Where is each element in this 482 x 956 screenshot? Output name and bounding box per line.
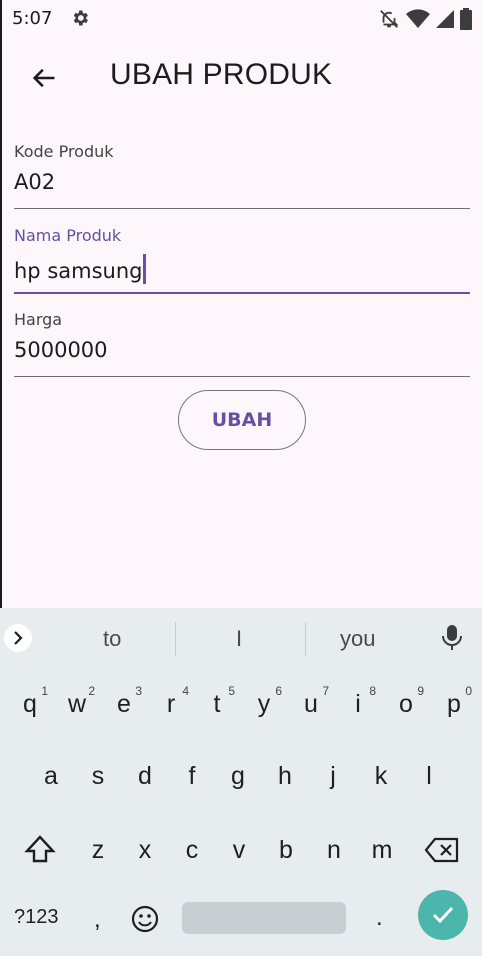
nama-produk-input-wrap[interactable]: hp samsung <box>14 254 147 284</box>
ubah-button[interactable]: UBAH <box>178 390 306 450</box>
status-icons <box>378 8 472 30</box>
signal-icon <box>436 10 454 28</box>
chevron-right-icon <box>14 631 23 645</box>
microphone-icon[interactable] <box>440 624 464 652</box>
key-o[interactable]: o9 <box>386 684 426 719</box>
space-key[interactable] <box>182 902 346 934</box>
page-title: UBAH PRODUK <box>110 58 333 91</box>
battery-icon <box>460 8 472 30</box>
backspace-icon[interactable] <box>424 836 460 864</box>
nama-produk-label: Nama Produk <box>14 226 122 245</box>
checkmark-icon <box>432 906 454 924</box>
wifi-icon <box>406 9 430 28</box>
key-e[interactable]: e3 <box>104 684 144 719</box>
key-f[interactable]: f <box>172 762 212 791</box>
key-s[interactable]: s <box>78 762 118 791</box>
text-cursor <box>143 254 147 284</box>
back-button[interactable] <box>24 60 64 96</box>
suggestion-1[interactable]: to <box>103 626 121 652</box>
key-z[interactable]: z <box>78 836 118 865</box>
key-t[interactable]: t5 <box>197 684 237 719</box>
nama-produk-field[interactable]: Nama Produk hp samsung <box>14 226 470 306</box>
field-underline <box>14 376 470 377</box>
suggestion-divider <box>305 622 306 656</box>
expand-toolbar-button[interactable] <box>4 624 32 652</box>
app-bar: UBAH PRODUK <box>0 36 482 120</box>
gear-icon <box>73 10 88 26</box>
key-y[interactable]: y6 <box>244 684 284 719</box>
suggestion-2[interactable]: I <box>236 626 242 652</box>
harga-field[interactable]: Harga 5000000 <box>14 310 470 390</box>
key-n[interactable]: n <box>314 836 354 865</box>
bell-off-icon <box>380 10 399 28</box>
harga-input[interactable]: 5000000 <box>14 338 108 362</box>
status-bar: 5:07 <box>0 0 482 36</box>
field-underline-focused <box>14 292 470 294</box>
key-g[interactable]: g <box>218 762 258 791</box>
key-w[interactable]: w2 <box>57 684 97 719</box>
key-r[interactable]: r4 <box>151 684 191 719</box>
emoji-icon[interactable] <box>130 904 160 934</box>
key-h[interactable]: h <box>265 762 305 791</box>
key-v[interactable]: v <box>219 836 259 865</box>
nama-produk-input[interactable]: hp samsung <box>14 259 142 283</box>
key-q[interactable]: q1 <box>10 684 50 719</box>
key-j[interactable]: j <box>313 762 353 791</box>
key-a[interactable]: a <box>31 762 71 791</box>
suggestion-divider <box>175 622 176 656</box>
kode-produk-input[interactable]: A02 <box>14 170 55 194</box>
symbols-key[interactable]: ?123 <box>14 906 59 929</box>
kode-produk-label: Kode Produk <box>14 142 114 161</box>
key-x[interactable]: x <box>125 836 165 865</box>
key-i[interactable]: i8 <box>338 684 378 719</box>
period-key[interactable]: . <box>376 904 383 932</box>
kode-produk-field[interactable]: Kode Produk A02 <box>14 142 470 222</box>
key-p[interactable]: p0 <box>434 684 474 719</box>
suggestion-strip: to I you <box>0 608 482 668</box>
key-l[interactable]: l <box>409 762 449 791</box>
suggestion-3[interactable]: you <box>340 626 375 652</box>
harga-label: Harga <box>14 310 63 329</box>
key-k[interactable]: k <box>361 762 401 791</box>
key-c[interactable]: c <box>172 836 212 865</box>
enter-key[interactable] <box>418 890 468 940</box>
shift-icon[interactable] <box>24 834 56 864</box>
key-m[interactable]: m <box>362 836 402 865</box>
status-time: 5:07 <box>12 8 53 29</box>
field-underline <box>14 208 470 209</box>
key-u[interactable]: u7 <box>291 684 331 719</box>
key-d[interactable]: d <box>125 762 165 791</box>
comma-key[interactable]: , <box>94 906 101 934</box>
key-b[interactable]: b <box>266 836 306 865</box>
arrow-back-icon <box>32 68 55 88</box>
soft-keyboard: to I you q1 w2 e3 r4 t5 y6 u7 i8 o9 p0 a… <box>0 608 482 956</box>
